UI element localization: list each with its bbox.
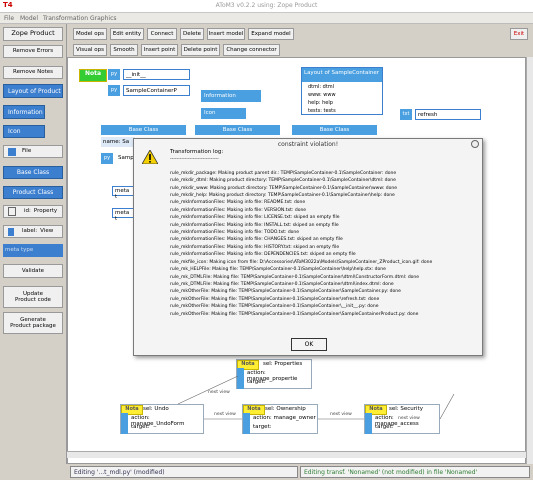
transformation-log: Transformation log: --------------------… (170, 149, 482, 318)
log-line: rule_mkInformationFiles: Making info fil… (170, 237, 343, 243)
ok-button[interactable]: OK (291, 338, 327, 351)
view-label-value: View (40, 228, 54, 235)
generate-product-package-button[interactable]: Generate Product package (3, 312, 63, 334)
property-button[interactable]: id: Property (3, 205, 63, 218)
log-separator: ------------------------------ (170, 157, 219, 163)
next-view-label: next view (208, 390, 230, 395)
file-label: File (22, 148, 32, 155)
menu-graphics[interactable]: Graphics (90, 15, 117, 22)
window-title: AToM3 v0.2.2 using: Zope Product (215, 2, 318, 9)
log-line: rule_mkdir_package: Making product paren… (170, 170, 397, 176)
log-line: rule_mkInformationFiles: Making info fil… (170, 207, 307, 213)
log-line: rule_mkOtherFile: Making file: TEMP\Samp… (170, 304, 379, 310)
status-left: Editing '...t_mdl.py' (modified) (70, 466, 298, 478)
expand-model-button[interactable]: Expand model (248, 28, 294, 40)
left-panel: Zope Product Remove Errors Remove Notes … (0, 24, 67, 464)
log-line: rule_mkInformationFiles: Making info fil… (170, 230, 300, 236)
view-icon (8, 227, 14, 236)
log-line: rule_mkdir_help: Making product director… (170, 193, 395, 199)
menu-bar: File Model Transformation Graphics (0, 13, 533, 24)
log-line: rule_mkInformationFiles: Making info fil… (170, 222, 339, 228)
icon-button[interactable]: Icon (3, 125, 45, 138)
menu-transformation[interactable]: Transformation (43, 15, 88, 22)
connect-button[interactable]: Connect (147, 28, 177, 40)
change-connector-button[interactable]: Change connector (223, 44, 280, 56)
log-line: rule_mkOtherFile: Making file: TEMP\Samp… (170, 296, 380, 302)
validate-button[interactable]: Validate (3, 264, 63, 278)
next-view-label: next view (398, 416, 420, 421)
delete-point-button[interactable]: Delete point (181, 44, 220, 56)
insert-model-button[interactable]: Insert model (207, 28, 245, 40)
file-button[interactable]: File (3, 145, 63, 158)
log-line: rule_mkInformationFiles: Making info fil… (170, 244, 340, 250)
view-button[interactable]: label: View (3, 225, 63, 238)
zope-product-button[interactable]: Zope Product (3, 27, 63, 41)
remove-notes-button[interactable]: Remove Notes (3, 66, 63, 79)
log-line: rule_mkInformationFiles: Making info fil… (170, 215, 340, 221)
file-icon (8, 147, 16, 156)
visual-ops-button[interactable]: Visual ops (73, 44, 107, 56)
insert-point-button[interactable]: Insert point (141, 44, 178, 56)
smooth-button[interactable]: Smooth (110, 44, 138, 56)
close-icon[interactable] (471, 140, 479, 148)
status-right: Editing transf. 'Nonamed' (not modified)… (300, 466, 530, 478)
constraint-violation-dialog: constraint violation! Transformation log… (133, 138, 483, 356)
view-label-key: label: (22, 228, 38, 235)
log-line: rule_mkInformationFiles: Making info fil… (170, 200, 306, 206)
property-icon (8, 207, 16, 216)
vertical-scrollbar[interactable] (526, 57, 533, 464)
exit-button[interactable]: Exit (510, 28, 528, 40)
log-line: rule_mkOtherFile: Making file: TEMP\Samp… (170, 311, 419, 317)
log-line: rule_mkOtherFile: Making file: TEMP\Samp… (170, 289, 401, 295)
meta-type-button[interactable]: meta type (3, 244, 63, 257)
menu-file[interactable]: File (4, 15, 14, 22)
remove-errors-button[interactable]: Remove Errors (3, 45, 63, 58)
next-view-label: next view (330, 412, 352, 417)
delete-button[interactable]: Delete (180, 28, 204, 40)
log-line: rule_mkdir_dtml: Making product director… (170, 178, 396, 184)
title-bar: T4 AToM3 v0.2.2 using: Zope Product (0, 0, 533, 13)
model-ops-button[interactable]: Model ops (73, 28, 107, 40)
property-value: Property (33, 208, 58, 215)
edit-entity-button[interactable]: Edit entity (110, 28, 144, 40)
log-line: rule_mk_HELPFile: Making file: TEMP\Samp… (170, 267, 386, 273)
warning-icon (142, 150, 158, 164)
layout-of-product-button[interactable]: Layout of Product (3, 84, 63, 98)
log-line: rule_mk_DTMLFile: Making file: TEMP\Samp… (170, 281, 394, 287)
log-line: rule_mkInformationFiles: Making info fil… (170, 252, 356, 258)
log-line: rule_mkfile_icon: Making icon from file:… (170, 259, 433, 265)
log-line: rule_mkdir_www: Making product directory… (170, 185, 397, 191)
property-id-label: id: (24, 208, 31, 215)
base-class-button[interactable]: Base Class (3, 166, 63, 179)
menu-model[interactable]: Model (20, 15, 38, 22)
log-line: rule_mk_DTMLFile: Making file: TEMP\Samp… (170, 274, 420, 280)
log-header: Transformation log: (170, 149, 224, 155)
product-class-button[interactable]: Product Class (3, 186, 63, 199)
horizontal-scrollbar[interactable] (67, 451, 526, 458)
information-button[interactable]: Information (3, 105, 45, 119)
update-product-code-button[interactable]: Update Product code (3, 286, 63, 308)
next-view-label: next view (214, 412, 236, 417)
